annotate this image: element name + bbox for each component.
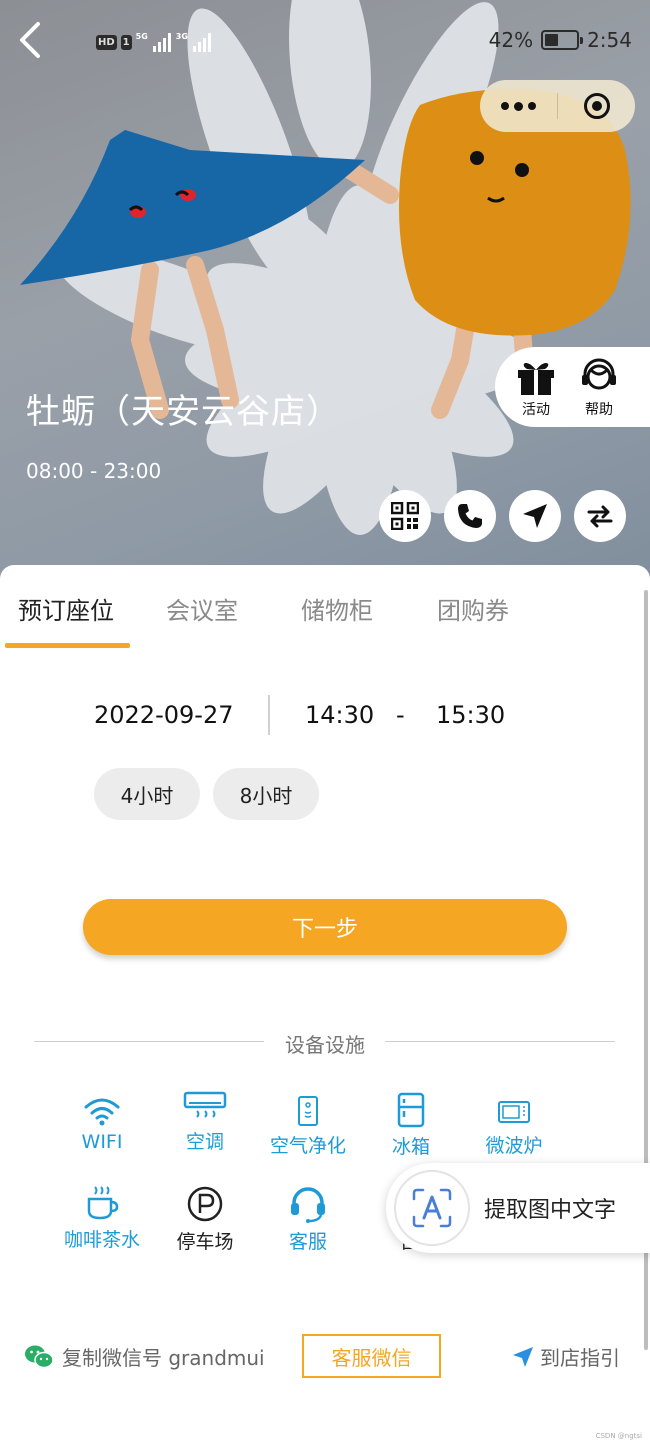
headset-icon [291, 1187, 325, 1223]
duration-chip-8h[interactable]: 8小时 [213, 768, 319, 820]
coffee-icon [87, 1186, 119, 1220]
side-action-panel: 活动 帮助 [495, 347, 650, 427]
tab-locker[interactable]: 储物柜 [301, 591, 373, 626]
footer-bar: 复制微信号 grandmui 客服微信 到店指引 [0, 1332, 650, 1384]
signal-bars-icon [192, 33, 211, 52]
air-conditioner-icon [183, 1091, 227, 1118]
gift-icon [518, 362, 554, 395]
air-purifier-icon [298, 1096, 318, 1126]
signal-bars-icon [152, 33, 171, 52]
fridge-icon [397, 1092, 425, 1128]
wechat-icon [25, 1345, 54, 1368]
navigate-icon [523, 504, 547, 528]
facility-air-conditioner: 空调 [160, 1091, 250, 1154]
tab-seat-booking[interactable]: 预订座位 [18, 591, 114, 626]
start-time-picker[interactable]: 14:30 [305, 701, 374, 729]
phone-icon [458, 504, 482, 528]
sim-badge: 1 [120, 34, 132, 50]
network-type-1: 5G [135, 31, 148, 41]
facility-wifi: WIFI [57, 1095, 147, 1153]
microwave-icon [498, 1101, 530, 1123]
time-separator: - [396, 701, 405, 729]
activity-button[interactable]: 活动 [515, 356, 557, 419]
extract-text-label: 提取图中文字 [484, 1198, 617, 1223]
wifi-icon [84, 1098, 120, 1126]
store-guide-label: 到店指引 [540, 1346, 620, 1370]
facility-parking: 停车场 [160, 1185, 250, 1254]
target-icon [583, 93, 610, 119]
facility-microwave: 微波炉 [469, 1099, 559, 1158]
back-icon[interactable] [14, 20, 46, 60]
clock: 2:54 [587, 28, 632, 52]
facility-fridge: 冰箱 [366, 1092, 456, 1159]
help-label: 帮助 [585, 401, 613, 418]
navigate-button[interactable] [509, 490, 561, 542]
store-guide-link[interactable]: 到店指引 [512, 1342, 620, 1371]
help-button[interactable]: 帮助 [579, 356, 619, 419]
store-hours: 08:00 - 23:00 [26, 459, 162, 483]
next-step-button[interactable]: 下一步 [83, 899, 567, 955]
close-miniprogram-button[interactable] [558, 80, 635, 132]
cs-wechat-button[interactable]: 客服微信 [302, 1334, 441, 1378]
more-menu-button[interactable] [480, 80, 557, 132]
section-divider-right [385, 1041, 615, 1042]
facility-label: WIFI [81, 1131, 123, 1153]
status-bar: HD 1 5G 3G 42% 2:54 [0, 0, 650, 84]
battery-percent: 42% [488, 28, 534, 52]
date-picker[interactable]: 2022-09-27 [94, 701, 233, 729]
qrcode-button[interactable] [379, 490, 431, 542]
store-name: 牡蛎（天安云谷店） [26, 392, 341, 432]
facility-label: 空气净化 [269, 1135, 346, 1157]
watermark: CSDN @ngtsi [595, 1432, 642, 1440]
facility-customer-service: 客服 [263, 1185, 353, 1254]
customer-service-icon [582, 358, 616, 389]
phone-button[interactable] [444, 490, 496, 542]
copy-wechat-id[interactable]: 复制微信号 grandmui [24, 1342, 265, 1371]
miniprogram-capsule [480, 80, 635, 132]
booking-tabs: 预订座位 会议室 储物柜 团购券 [0, 565, 650, 649]
store-hero: HD 1 5G 3G 42% 2:54 活动 帮助 牡蛎（天安云谷店） 08:0… [0, 0, 650, 600]
facility-label: 微波炉 [485, 1135, 543, 1157]
datetime-selector: 2022-09-27 14:30 - 15:30 [0, 695, 650, 735]
extract-text-button[interactable]: 提取图中文字 [386, 1163, 650, 1253]
booking-card: 预订座位 会议室 储物柜 团购券 2022-09-27 14:30 - 15:3… [0, 565, 650, 1444]
switch-store-button[interactable] [574, 490, 626, 542]
dot-icon [528, 102, 536, 110]
navigate-arrow-icon [513, 1346, 533, 1367]
facility-label: 客服 [288, 1231, 327, 1253]
facility-label: 咖啡茶水 [63, 1229, 140, 1251]
tab-group-voucher[interactable]: 团购券 [437, 591, 509, 626]
facility-label: 冰箱 [391, 1136, 430, 1158]
hd-badge: HD [96, 34, 117, 50]
status-right: 42% 2:54 [489, 28, 632, 52]
qrcode-icon [391, 502, 419, 530]
facility-coffee: 咖啡茶水 [57, 1185, 147, 1252]
signal-indicators: HD 1 5G 3G [96, 30, 212, 54]
facility-label: 停车场 [176, 1231, 234, 1253]
activity-label: 活动 [522, 401, 550, 418]
network-type-2: 3G [175, 31, 188, 41]
switch-icon [587, 505, 613, 528]
battery-level [545, 34, 558, 46]
tab-meeting-room[interactable]: 会议室 [166, 591, 238, 626]
parking-icon [187, 1186, 223, 1222]
battery-icon [541, 30, 584, 50]
datetime-divider [268, 695, 270, 735]
facility-air-purifier: 空气净化 [263, 1095, 353, 1158]
facility-label: 空调 [185, 1131, 224, 1153]
end-time-picker[interactable]: 15:30 [436, 701, 505, 729]
copy-wechat-label: 复制微信号 grandmui [62, 1346, 265, 1370]
section-divider-left [34, 1041, 264, 1042]
active-tab-indicator [5, 643, 130, 648]
text-scan-icon [412, 1188, 452, 1228]
ocr-icon-wrap [394, 1170, 470, 1246]
dot-icon [501, 102, 509, 110]
facilities-title: 设备设施 [285, 1033, 365, 1057]
duration-chip-4h[interactable]: 4小时 [94, 768, 200, 820]
dot-icon [514, 101, 523, 111]
